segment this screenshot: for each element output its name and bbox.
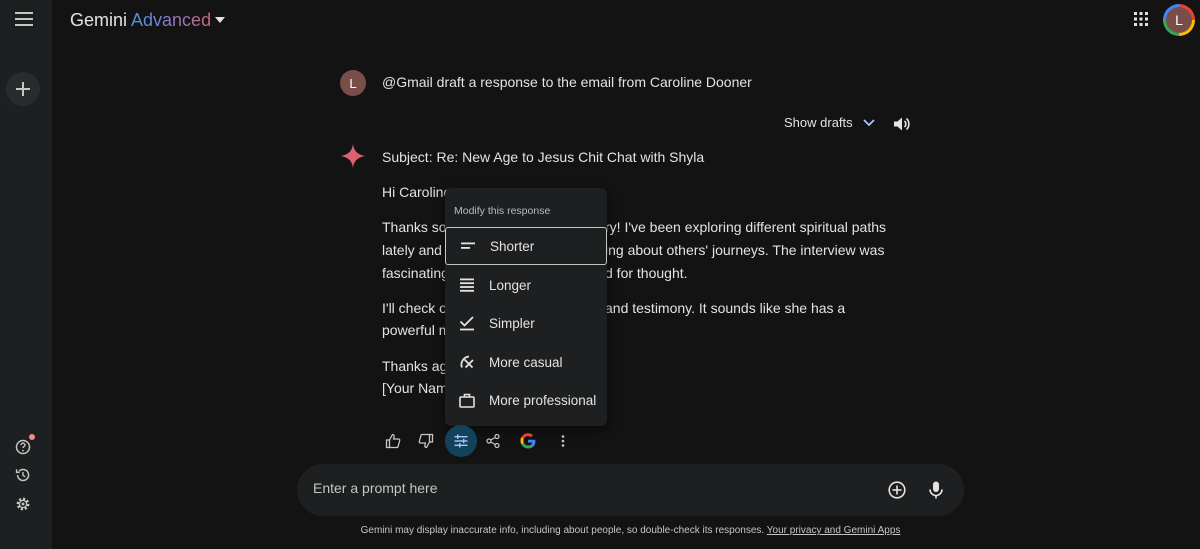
speaker-icon — [894, 117, 910, 131]
response-subject: Subject: Re: New Age to Jesus Chit Chat … — [382, 149, 705, 165]
briefcase-icon — [445, 393, 489, 408]
add-circle-icon — [888, 481, 906, 499]
app-tier: Advanced — [131, 9, 212, 30]
modify-response-menu: Modify this response Shorter Longer Simp… — [445, 188, 607, 426]
response-line: lately and I — [382, 242, 450, 258]
menu-item-label: Shorter — [490, 238, 535, 254]
google-apps-button[interactable] — [1128, 6, 1154, 32]
response-line: d for thought. — [605, 265, 688, 281]
chevron-down-icon — [863, 118, 875, 126]
settings-button[interactable] — [9, 491, 37, 517]
menu-item-label: Longer — [489, 277, 532, 293]
user-prompt-text: @Gmail draft a response to the email fro… — [382, 74, 752, 90]
read-aloud-button[interactable] — [890, 113, 914, 135]
response-line: I'll check o — [382, 300, 447, 316]
help-icon — [15, 439, 31, 455]
activity-button[interactable] — [9, 462, 37, 488]
caret-down-icon — [215, 17, 226, 23]
response-line: and testimony. It sounds like she has a — [605, 300, 846, 316]
user-avatar: L — [340, 70, 366, 96]
response-line: ing about others' journeys. The intervie… — [605, 242, 885, 258]
modify-response-button[interactable] — [445, 425, 477, 457]
check-line-icon — [445, 315, 489, 331]
share-icon — [486, 434, 500, 448]
menu-item-shorter[interactable]: Shorter — [445, 227, 607, 265]
side-rail — [0, 0, 52, 549]
thumb-down-icon — [418, 433, 434, 449]
menu-item-longer[interactable]: Longer — [445, 266, 607, 304]
menu-item-more-casual[interactable]: More casual — [445, 343, 607, 381]
account-avatar[interactable]: L — [1163, 4, 1195, 36]
add-attachment-button[interactable] — [885, 478, 909, 502]
hamburger-icon — [15, 12, 33, 26]
notification-dot — [29, 434, 35, 440]
disclaimer-text: Gemini may display inaccurate info, incl… — [360, 525, 765, 536]
menu-item-label: More professional — [489, 392, 597, 408]
show-drafts-label: Show drafts — [784, 115, 853, 130]
menu-item-label: Simpler — [489, 315, 535, 331]
tune-icon — [454, 434, 468, 448]
menu-item-label: More casual — [489, 354, 563, 370]
more-vert-icon — [561, 435, 565, 447]
microphone-button[interactable] — [924, 478, 948, 502]
share-button[interactable] — [478, 426, 508, 456]
show-drafts-button[interactable]: Show drafts — [784, 115, 875, 130]
response-line: ry! I've been exploring different spirit… — [605, 219, 887, 235]
plus-icon — [16, 82, 30, 96]
response-line: fascinating — [382, 265, 449, 281]
gemini-sparkle-icon — [341, 144, 365, 168]
more-options-button[interactable] — [548, 426, 578, 456]
casual-icon — [445, 354, 489, 370]
double-check-button[interactable] — [513, 426, 543, 456]
short-text-icon — [446, 242, 490, 250]
disclaimer-footer: Gemini may display inaccurate info, incl… — [297, 525, 964, 536]
prompt-bar — [297, 464, 964, 516]
apps-grid-icon — [1134, 12, 1148, 26]
response-line: powerful m — [382, 322, 451, 338]
app-name: Gemini — [70, 9, 128, 30]
mic-icon — [929, 481, 943, 499]
good-response-button[interactable] — [378, 426, 408, 456]
bad-response-button[interactable] — [411, 426, 441, 456]
gear-icon — [16, 497, 30, 511]
menu-item-simpler[interactable]: Simpler — [445, 304, 607, 342]
main-menu-button[interactable] — [8, 4, 40, 34]
modify-menu-heading: Modify this response — [454, 205, 551, 217]
prompt-input[interactable] — [313, 480, 853, 496]
account-initial: L — [1166, 7, 1192, 33]
response-line: Hi Caroline — [382, 184, 452, 200]
google-icon — [520, 433, 536, 449]
help-button[interactable] — [9, 434, 37, 460]
new-chat-button[interactable] — [6, 72, 40, 106]
privacy-link[interactable]: Your privacy and Gemini Apps — [767, 525, 901, 536]
long-text-icon — [445, 278, 489, 292]
menu-item-more-professional[interactable]: More professional — [445, 381, 607, 419]
history-icon — [15, 468, 30, 482]
thumb-up-icon — [385, 433, 401, 449]
app-title[interactable]: Gemini Advanced — [70, 8, 226, 32]
response-line: Thanks so — [382, 219, 447, 235]
